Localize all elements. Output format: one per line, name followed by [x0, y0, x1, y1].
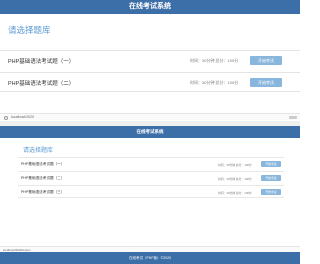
status-url: localhost/2020: [11, 115, 35, 119]
exam-name: PHP基础语法考试题（三）: [21, 190, 65, 194]
exam-row: PHP基础语法考试题（一） 时间：30分钟 总分：100分 开始考试: [18, 157, 284, 170]
exam-meta: 时间：30分钟 总分：100分: [218, 190, 252, 195]
bottom-navbar: 在线考试系统: [0, 126, 300, 138]
app-title: 在线考试系统: [129, 3, 171, 10]
start-exam-button[interactable]: 开始考试: [250, 56, 282, 65]
exam-list-panel: 请选择题库 PHP基础语法考试题（一） 时间：30分钟 总分：100分 开始考试…: [0, 14, 300, 110]
section-title: 请选择题库: [23, 148, 54, 154]
exam-meta: 时间：30分钟 总分：100分: [218, 162, 252, 167]
start-exam-button[interactable]: 开始考试: [261, 175, 281, 181]
exam-name: PHP基础语法考试题（二）: [21, 176, 65, 180]
exam-row: PHP基础语法考试题（三） 时间：30分钟 总分：100分 开始考试: [18, 185, 284, 198]
page-footer: 在线考试（PHP版）©2020: [0, 252, 300, 264]
app-title: 在线考试系统: [136, 129, 164, 134]
start-exam-button[interactable]: 开始考试: [250, 78, 282, 87]
exam-row: PHP基础语法考试题（二） 时间：30分钟 总分：100分 开始考试: [0, 72, 300, 92]
globe-icon: [4, 115, 8, 120]
scrollbar[interactable]: [289, 116, 297, 119]
top-navbar: 在线考试系统: [0, 0, 300, 14]
exam-name: PHP基础语法考试题（二）: [8, 81, 75, 87]
exam-name: PHP基础语法考试题（一）: [8, 59, 75, 65]
exam-meta: 时间：30分钟 总分：100分: [218, 176, 252, 181]
section-title: 请选择题库: [8, 25, 51, 35]
exam-meta: 时间：30分钟 总分：100分: [190, 58, 239, 63]
start-exam-button[interactable]: 开始考试: [261, 161, 281, 167]
footer-text: 在线考试（PHP版）©2020: [128, 256, 172, 260]
status-url: localhost/2020/exam: [3, 247, 31, 252]
start-exam-button[interactable]: 开始考试: [261, 189, 281, 195]
exam-meta: 时间：30分钟 总分：100分: [190, 80, 239, 85]
browser-status-bar: localhost/2020: [0, 113, 300, 120]
exam-name: PHP基础语法考试题（一）: [21, 162, 65, 166]
exam-row: PHP基础语法考试题（一） 时间：30分钟 总分：100分 开始考试: [0, 50, 300, 70]
exam-row: PHP基础语法考试题（二） 时间：30分钟 总分：100分 开始考试: [18, 171, 284, 184]
